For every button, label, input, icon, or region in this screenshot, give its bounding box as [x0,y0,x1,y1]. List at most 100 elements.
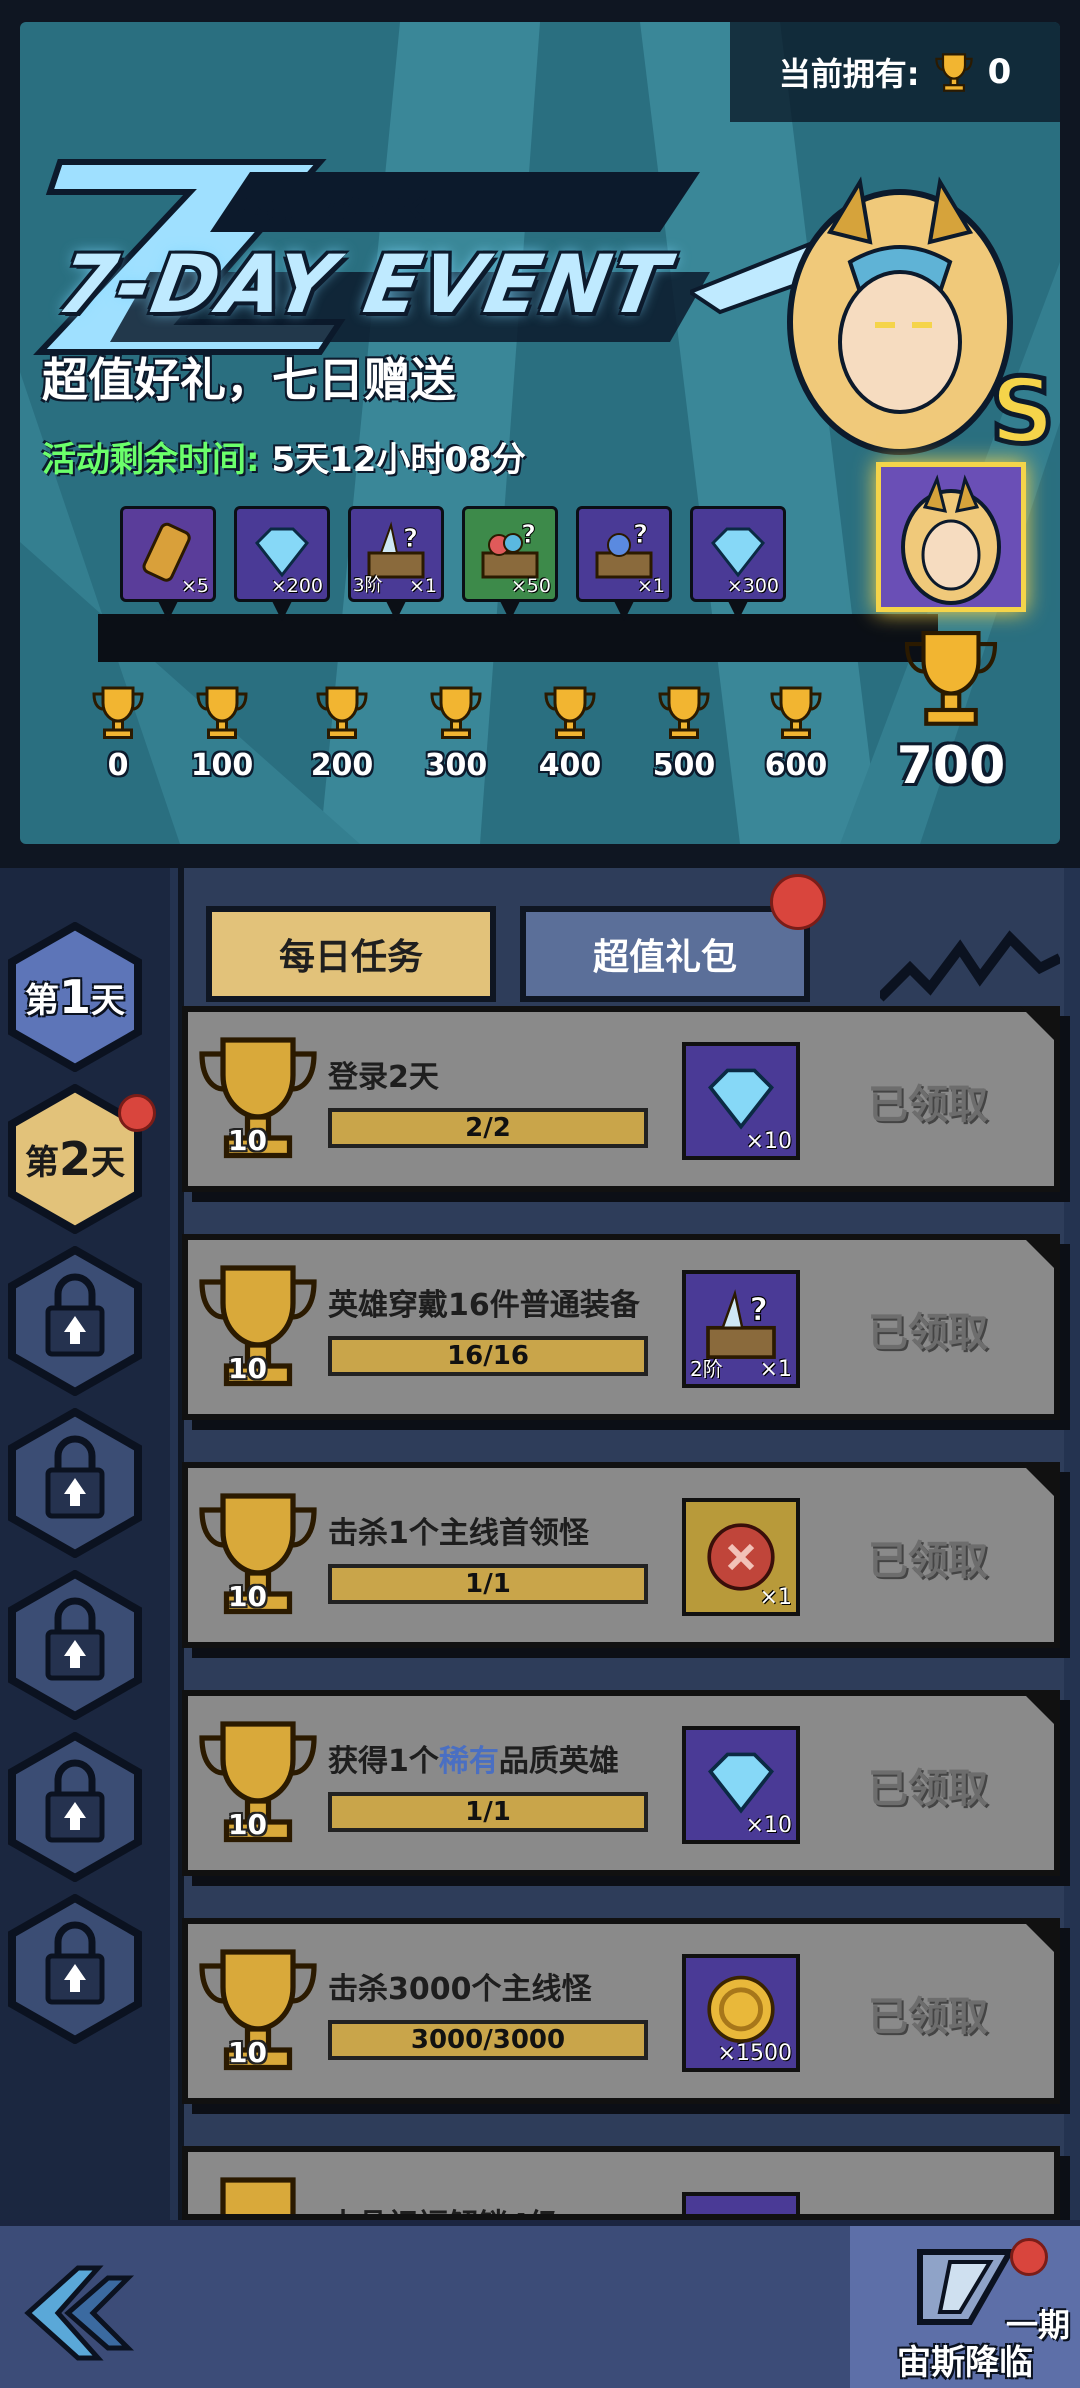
task-reward[interactable]: ×10 [682,1042,800,1160]
milestone-100: 100 [172,682,272,783]
milestone-label: 200 [310,748,374,783]
milestone-400: 400 [520,682,620,783]
reward-qty: ×1 [636,575,665,597]
tab-value-packs[interactable]: 超值礼包 [520,906,810,1002]
milestone-500: 500 [634,682,734,783]
lock-hexagon-icon [8,1246,142,1396]
reward-qty: ×5 [180,575,209,597]
milestone-300: 300 [406,682,506,783]
trophy-icon [658,686,710,739]
reward-qty: ×1500 [717,2041,792,2066]
milestone-label: 0 [107,748,129,783]
milestone-label: 300 [424,748,488,783]
corner-notch-icon [1020,1918,1060,1958]
final-reward-hero[interactable] [876,462,1026,612]
week-label: 1ST WEEK [230,190,429,228]
milestone-label: 100 [190,748,254,783]
claimed-status: 已领取 [868,1994,988,2040]
tab-daily-tasks[interactable]: 每日任务 [206,906,496,1002]
task-points: 10 [228,1580,267,1613]
reward-pointer [728,601,748,621]
owned-trophies-box: 当前拥有: 0 [730,22,1060,122]
milestone-600: 600 [746,682,846,783]
reward-pointer [272,601,292,621]
reward-slot-5[interactable]: ? ×1 [576,506,672,621]
task-reward[interactable]: ? 2阶 ×1 [682,1270,800,1388]
corner-notch-icon [1020,1006,1060,1046]
trophy-icon [92,686,144,739]
reward-slot-6[interactable]: ×300 [690,506,786,621]
reward-qty: ×50 [510,575,551,597]
task-progress-bar: 3000/3000 [328,2020,648,2060]
reward-slot-1[interactable]: ×5 [120,506,216,621]
task-points: 10 [228,1352,267,1385]
trophy-icon [196,686,248,739]
reward-pointer [614,601,634,621]
task-title: 英雄穿戴16件普通装备 [328,1288,640,1323]
zeus-event-button[interactable]: 一期 宙斯降临 [850,2226,1080,2388]
day-tab-2[interactable]: 第2天 [6,1084,156,1234]
day-tab-5[interactable] [6,1570,144,1720]
reward-slot-4[interactable]: ? ×50 [462,506,558,621]
task-row: 10 英雄穿戴16件普通装备 16/16 ? 2阶 ×1 已领取 [182,1234,1060,1420]
reward-qty: ×200 [270,575,323,597]
claimed-status: 已领取 [868,1082,988,1128]
event-logo: 1ST WEEK 7-DAY EVENT [20,142,740,362]
svg-text:?: ? [750,1292,768,1328]
day-tab-3[interactable] [6,1246,144,1396]
svg-text:?: ? [521,520,536,550]
trophy-icon [220,2177,296,2214]
day-tab-6[interactable] [6,1732,144,1882]
event-banner: 当前拥有: 0 1ST WEEK 7-DAY EVENT 超值好礼，七日赠送 活… [20,22,1060,844]
hero-rank: S [990,359,1055,464]
task-reward[interactable]: ×1500 [682,1954,800,2072]
corner-notch-icon [1020,1690,1060,1730]
reward-slot-2[interactable]: ×200 [234,506,330,621]
task-points: 10 [228,1808,267,1841]
task-title: 水晶祝福解锁4级 [328,2200,559,2214]
timer-label: 活动剩余时间: [42,440,260,480]
reward-tier: 2阶 [690,1357,723,1381]
milestone-label: 400 [538,748,602,783]
trophy-icon [770,686,822,739]
progress-track [98,614,938,662]
back-arrow-icon[interactable] [18,2258,148,2368]
day-tab-4[interactable] [6,1408,144,1558]
day-tab-7[interactable] [6,1894,144,2044]
task-title: 获得1个稀有品质英雄 [328,1744,619,1779]
milestone-label: 600 [764,748,828,783]
task-progress-bar: 1/1 [328,1792,648,1832]
task-progress-bar: 2/2 [328,1108,648,1148]
notification-dot [770,874,826,930]
reward-qty: ×10 [745,1813,792,1838]
milestone-700: 700 [876,622,1026,796]
task-reward[interactable]: ×1 [682,1498,800,1616]
milestone-200: 200 [292,682,392,783]
task-points: 10 [228,1124,267,1157]
timer-value: 5天12小时08分 [271,440,526,480]
reward-qty: ×10 [745,1129,792,1154]
owned-label: 当前拥有: [778,55,920,93]
trophy-icon [316,686,368,739]
task-reward[interactable]: ×10 [682,1726,800,1844]
hero-portrait-art: S [690,176,1057,467]
day-tab-1[interactable]: 第1天 [6,922,144,1072]
event-subtitle: 超值好礼，七日赠送 [42,353,456,407]
hero-avatar-icon [901,474,1001,605]
trophy-icon [430,686,482,739]
task-row: 10 击杀3000个主线怪 3000/3000 ×1500 已领取 [182,1918,1060,2104]
large-trophy-icon [904,630,998,726]
task-points: 10 [228,2036,267,2069]
reward-slot-3[interactable]: ? 3阶 ×1 [348,506,444,621]
svg-text:?: ? [633,520,648,550]
task-reward[interactable] [682,2192,800,2214]
task-row: 10 登录2天 2/2 ×10 已领取 [182,1006,1060,1192]
claimed-status: 已领取 [868,1538,988,1584]
notification-dot [1010,2238,1048,2276]
rarity-highlight: 稀有 [438,1744,499,1779]
reward-pointer [158,601,178,621]
svg-text:?: ? [403,524,418,554]
task-title: 登录2天 [328,1060,439,1095]
milestone-0: 0 [68,682,168,783]
task-title: 击杀1个主线首领怪 [328,1516,589,1551]
